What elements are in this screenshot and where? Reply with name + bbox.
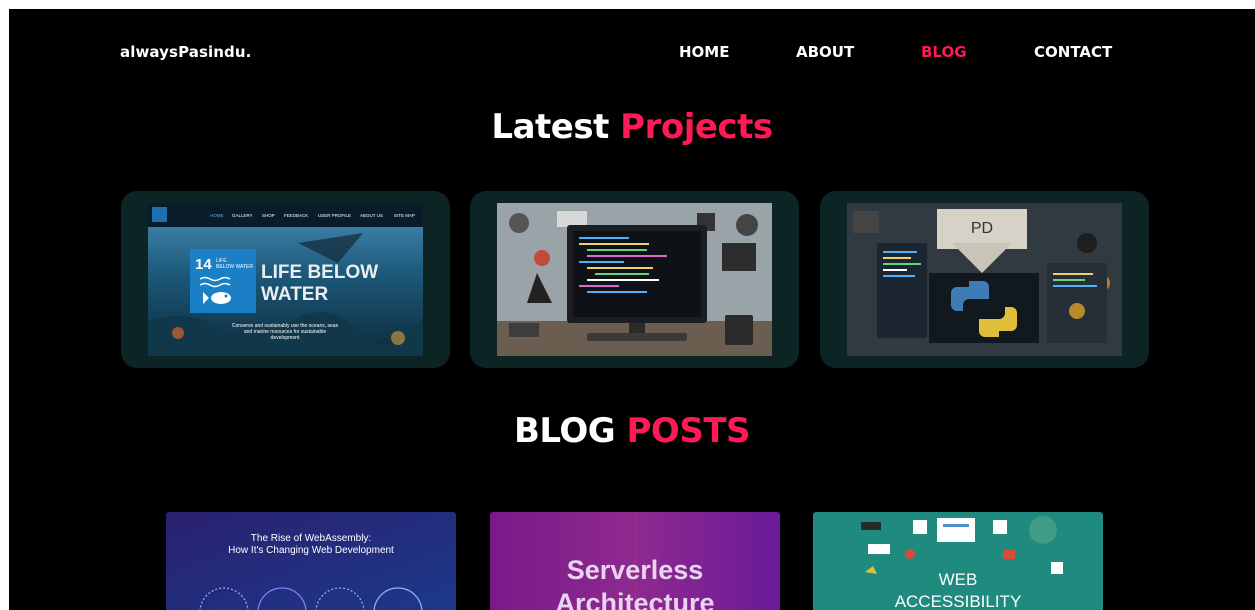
project-thumbnail: PD bbox=[847, 203, 1122, 356]
blog-thumbnail: Serverless Architecture bbox=[490, 512, 780, 610]
svg-text:Architecture: Architecture bbox=[555, 588, 714, 610]
blog-thumbnail: WEB ACCESSIBILITY bbox=[813, 512, 1103, 610]
blog-card-serverless[interactable]: Serverless Architecture bbox=[490, 512, 780, 610]
projects-heading: Latest Projects bbox=[9, 107, 1255, 147]
svg-text:The Rise of WebAssembly:: The Rise of WebAssembly: bbox=[251, 533, 371, 544]
ocean-website-screenshot: HOME GALLERY SHOP FEEDBACK USER PROFILE … bbox=[148, 203, 423, 356]
python-logo-illustration: PD bbox=[847, 203, 1122, 356]
fish-icon bbox=[211, 292, 231, 304]
svg-text:ABOUT US: ABOUT US bbox=[360, 213, 383, 218]
project-card-coding-desk[interactable] bbox=[470, 191, 799, 368]
svg-text:WEB: WEB bbox=[939, 570, 978, 589]
svg-text:FEEDBACK: FEEDBACK bbox=[284, 213, 308, 218]
grid-icon bbox=[853, 211, 879, 233]
svg-text:SHOP: SHOP bbox=[262, 213, 275, 218]
monitor-icon bbox=[937, 518, 975, 542]
coding-desk-illustration bbox=[497, 203, 772, 356]
nav-about[interactable]: ABOUT bbox=[796, 43, 854, 61]
page: alwaysPasindu. HOME ABOUT BLOG CONTACT L… bbox=[9, 9, 1255, 610]
blog-heading: BLOG POSTS bbox=[9, 411, 1255, 451]
blog-card-webassembly[interactable]: The Rise of WebAssembly: How It's Changi… bbox=[166, 512, 456, 610]
blog-thumbnail: The Rise of WebAssembly: How It's Changi… bbox=[166, 512, 456, 610]
project-card-python[interactable]: PD bbox=[820, 191, 1149, 368]
svg-text:GALLERY: GALLERY bbox=[232, 213, 253, 218]
svg-text:SITE MAP: SITE MAP bbox=[394, 213, 415, 218]
blog-heading-white: BLOG bbox=[513, 411, 616, 451]
nav-contact[interactable]: CONTACT bbox=[1034, 43, 1112, 61]
site-logo-icon bbox=[152, 207, 167, 222]
svg-text:WATER: WATER bbox=[261, 284, 328, 305]
svg-text:Serverless: Serverless bbox=[567, 555, 704, 585]
project-thumbnail: HOME GALLERY SHOP FEEDBACK USER PROFILE … bbox=[148, 203, 423, 356]
svg-text:ACCESSIBILITY: ACCESSIBILITY bbox=[895, 592, 1022, 610]
svg-text:LIFE BELOW: LIFE BELOW bbox=[261, 262, 378, 283]
main-nav: HOME ABOUT BLOG CONTACT bbox=[9, 43, 1255, 63]
project-card-life-below-water[interactable]: HOME GALLERY SHOP FEEDBACK USER PROFILE … bbox=[121, 191, 450, 368]
nav-blog[interactable]: BLOG bbox=[921, 43, 967, 61]
project-thumbnail bbox=[497, 203, 772, 356]
keyboard-icon bbox=[587, 333, 687, 341]
svg-text:PD: PD bbox=[971, 220, 993, 237]
svg-text:USER PROFILE: USER PROFILE bbox=[318, 213, 351, 218]
svg-text:BELOW WATER: BELOW WATER bbox=[216, 264, 253, 270]
calculator-icon bbox=[725, 315, 753, 345]
svg-text:development: development bbox=[271, 335, 300, 341]
projects-heading-white: Latest bbox=[491, 107, 609, 147]
svg-text:HOME: HOME bbox=[210, 213, 224, 218]
svg-text:14: 14 bbox=[195, 256, 212, 273]
blog-card-web-accessibility[interactable]: WEB ACCESSIBILITY bbox=[813, 512, 1103, 610]
nav-home[interactable]: HOME bbox=[679, 43, 729, 61]
svg-text:How It's Changing Web Developm: How It's Changing Web Development bbox=[228, 545, 394, 556]
projects-heading-accent: Projects bbox=[620, 107, 773, 147]
blog-heading-accent: POSTS bbox=[626, 411, 751, 451]
